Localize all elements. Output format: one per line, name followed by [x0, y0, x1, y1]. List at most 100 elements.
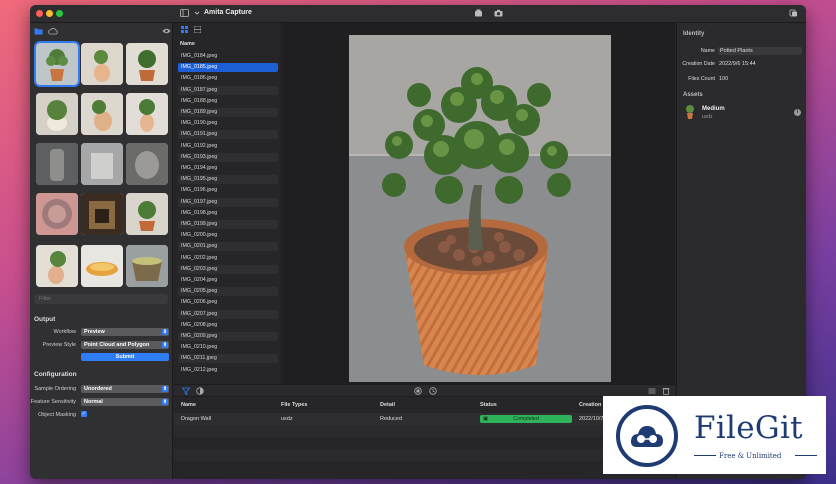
- file-list-item[interactable]: IMG_0199.jpeg: [178, 220, 278, 229]
- name-field[interactable]: Potted Plants: [718, 47, 802, 55]
- chevron-updown-icon: ⇕: [162, 342, 168, 348]
- file-list-item[interactable]: IMG_0193.jpeg: [178, 152, 278, 162]
- column-header-detail[interactable]: Detail: [380, 402, 395, 408]
- file-list-item[interactable]: IMG_0205.jpeg: [178, 287, 278, 297]
- configuration-heading: Configuration: [34, 371, 77, 378]
- stop-icon[interactable]: [414, 387, 422, 397]
- file-list-item[interactable]: IMG_0198.jpeg: [178, 209, 278, 218]
- import-icon[interactable]: [474, 9, 483, 17]
- file-list-item[interactable]: IMG_0185.jpeg: [178, 63, 278, 73]
- file-list-item[interactable]: IMG_0189.jpeg: [178, 108, 278, 117]
- thumbnail-plant[interactable]: [126, 93, 168, 135]
- row-file-type: usdz: [281, 416, 293, 422]
- file-list-item[interactable]: IMG_0209.jpeg: [178, 332, 278, 341]
- asset-thumbnail[interactable]: [685, 105, 695, 119]
- export-icon[interactable]: [789, 9, 798, 17]
- creation-date-value: 2022/9/6 15:44: [719, 61, 756, 67]
- cloud-icon[interactable]: [48, 27, 58, 37]
- file-list-item[interactable]: IMG_0196.jpeg: [178, 186, 278, 195]
- sidebar: Filter Output Workflow Preview ⇕ Preview…: [30, 23, 173, 479]
- file-list-item[interactable]: IMG_0194.jpeg: [178, 164, 278, 173]
- workflow-label: Workflow: [53, 329, 76, 335]
- thumbnail-plant[interactable]: [126, 43, 168, 85]
- column-header-status[interactable]: Status: [480, 402, 497, 408]
- files-count-label: Files Count: [688, 76, 715, 82]
- thumbnail-statue[interactable]: [126, 143, 168, 185]
- thumbnail-plant[interactable]: [81, 93, 123, 135]
- thumbnail-plant[interactable]: [36, 93, 78, 135]
- thumbnail-statue[interactable]: [36, 143, 78, 185]
- file-list-item[interactable]: IMG_0203.jpeg: [178, 264, 278, 274]
- object-masking-label: Object Masking: [38, 412, 76, 418]
- file-list-item[interactable]: IMG_0201.jpeg: [178, 242, 278, 252]
- chevron-updown-icon: ⇕: [162, 329, 168, 335]
- column-header-file-types[interactable]: File Types: [281, 402, 308, 408]
- thumbnail-shrine[interactable]: [81, 193, 123, 235]
- file-list-item[interactable]: IMG_0187.jpeg: [178, 85, 278, 95]
- file-list-item[interactable]: IMG_0197.jpeg: [178, 197, 278, 207]
- file-list-item[interactable]: IMG_0200.jpeg: [178, 231, 278, 240]
- file-list-item[interactable]: IMG_0208.jpeg: [178, 321, 278, 330]
- file-list-column-name: Name: [180, 41, 195, 47]
- file-list-item[interactable]: IMG_0184.jpeg: [178, 52, 278, 61]
- column-header-name[interactable]: Name: [181, 402, 196, 408]
- sidebar-toggle-icon[interactable]: [180, 9, 189, 17]
- zoom-window-button[interactable]: [56, 10, 63, 17]
- file-list-item[interactable]: IMG_0192.jpeg: [178, 142, 278, 151]
- chevron-down-icon[interactable]: [192, 9, 201, 17]
- sample-ordering-value: Unordered: [84, 386, 112, 392]
- divider: [795, 455, 817, 456]
- tasks-table: Name File Types Detail Status Creation D…: [174, 384, 675, 479]
- file-list-item[interactable]: IMG_0186.jpeg: [178, 74, 278, 83]
- file-list-item[interactable]: IMG_0211.jpeg: [178, 354, 278, 364]
- filter-input[interactable]: Filter: [34, 294, 168, 304]
- info-icon[interactable]: i: [794, 109, 801, 116]
- preview-style-select[interactable]: Point Cloud and Polygon ⇕: [81, 341, 169, 349]
- thumbnail-basin[interactable]: [126, 245, 168, 287]
- image-preview: [283, 23, 675, 384]
- grid-view-icon[interactable]: [181, 26, 188, 35]
- file-list-item[interactable]: IMG_0188.jpeg: [178, 97, 278, 106]
- file-list-item[interactable]: IMG_0204.jpeg: [178, 276, 278, 285]
- feature-sensitivity-select[interactable]: Normal ⇕: [81, 398, 169, 406]
- thumbnail-potted-plant-selected[interactable]: [34, 41, 80, 87]
- close-window-button[interactable]: [36, 10, 43, 17]
- clock-icon[interactable]: [429, 387, 437, 397]
- row-detail: Reduced: [380, 416, 403, 422]
- workflow-value: Preview: [84, 329, 105, 335]
- thumbnail-plant[interactable]: [126, 193, 168, 235]
- file-list-item[interactable]: IMG_0206.jpeg: [178, 298, 278, 307]
- thumbnail-bread[interactable]: [81, 245, 123, 287]
- table-row-empty: [174, 449, 675, 461]
- thumbnail-pillar[interactable]: [81, 143, 123, 185]
- submit-button[interactable]: Submit: [81, 353, 169, 361]
- status-badge: ▣ Completed: [480, 415, 572, 423]
- table-row-empty: [174, 425, 675, 437]
- thumbnail-dragon-wall[interactable]: [36, 193, 78, 235]
- sample-ordering-select[interactable]: Unordered ⇕: [81, 385, 169, 393]
- minimize-window-button[interactable]: [46, 10, 53, 17]
- row-name: Dragon Wall: [181, 416, 212, 422]
- thumbnail-plant[interactable]: [36, 245, 78, 287]
- half-circle-icon[interactable]: [196, 387, 204, 397]
- filter-icon[interactable]: [181, 387, 191, 397]
- feature-sensitivity-value: Normal: [84, 399, 103, 405]
- file-list-item[interactable]: IMG_0207.jpeg: [178, 309, 278, 319]
- file-list-item[interactable]: IMG_0210.jpeg: [178, 343, 278, 352]
- file-list-item[interactable]: IMG_0190.jpeg: [178, 119, 278, 128]
- workflow-select[interactable]: Preview ⇕: [81, 328, 169, 336]
- folder-icon[interactable]: [34, 27, 43, 37]
- eye-icon[interactable]: [162, 27, 171, 37]
- list-view-icon[interactable]: [193, 25, 202, 35]
- asset-name: Medium: [702, 106, 725, 112]
- file-list-item[interactable]: IMG_0202.jpeg: [178, 254, 278, 263]
- camera-icon[interactable]: [494, 9, 503, 17]
- file-list-item[interactable]: IMG_0212.jpeg: [178, 366, 278, 375]
- identity-heading: Identity: [683, 31, 705, 37]
- file-list-item[interactable]: IMG_0195.jpeg: [178, 175, 278, 185]
- file-list-item[interactable]: IMG_0191.jpeg: [178, 130, 278, 140]
- divider: [694, 455, 716, 456]
- object-masking-checkbox[interactable]: ✓: [81, 411, 87, 417]
- thumbnail-plant[interactable]: [81, 43, 123, 85]
- asset-type: usdz: [702, 114, 713, 120]
